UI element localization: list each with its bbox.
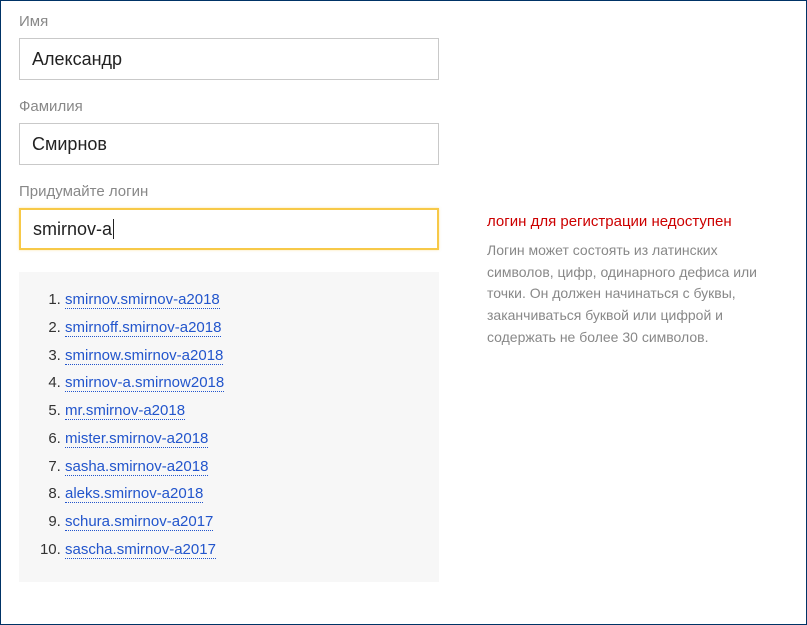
list-item: smirnov.smirnov-a2018 xyxy=(65,286,421,314)
list-item: smirnov-a.smirnow2018 xyxy=(65,369,421,397)
text-cursor xyxy=(113,219,114,239)
first-name-value: Александр xyxy=(32,49,122,70)
login-label: Придумайте логин xyxy=(19,183,459,200)
login-suggestions-list: smirnov.smirnov-a2018 smirnoff.smirnov-a… xyxy=(47,286,421,564)
login-error-message: логин для регистрации недоступен xyxy=(487,213,788,230)
login-value: smirnov-a xyxy=(33,219,112,240)
login-section: Придумайте логин smirnov-a smirnov.smirn… xyxy=(19,183,788,582)
last-name-value: Смирнов xyxy=(32,134,107,155)
login-suggestion-link[interactable]: sasha.smirnov-a2018 xyxy=(65,458,208,476)
first-name-label: Имя xyxy=(19,13,788,30)
registration-form: Имя Александр Фамилия Смирнов Придумайте… xyxy=(0,0,807,625)
list-item: aleks.smirnov-a2018 xyxy=(65,480,421,508)
login-suggestion-link[interactable]: sascha.smirnov-a2017 xyxy=(65,541,216,559)
first-name-input[interactable]: Александр xyxy=(19,38,439,80)
login-suggestion-link[interactable]: smirnow.smirnov-a2018 xyxy=(65,347,223,365)
list-item: mister.smirnov-a2018 xyxy=(65,425,421,453)
login-hint-message: Логин может состоять из латинских символ… xyxy=(487,240,788,348)
last-name-input[interactable]: Смирнов xyxy=(19,123,439,165)
login-suggestions-box: smirnov.smirnov-a2018 smirnoff.smirnov-a… xyxy=(19,272,439,582)
login-suggestion-link[interactable]: smirnov.smirnov-a2018 xyxy=(65,291,220,309)
list-item: smirnow.smirnov-a2018 xyxy=(65,342,421,370)
list-item: sasha.smirnov-a2018 xyxy=(65,453,421,481)
list-item: mr.smirnov-a2018 xyxy=(65,397,421,425)
last-name-row: Фамилия Смирнов xyxy=(19,98,788,165)
last-name-label: Фамилия xyxy=(19,98,788,115)
login-right-column: логин для регистрации недоступен Логин м… xyxy=(487,183,788,348)
list-item: smirnoff.smirnov-a2018 xyxy=(65,314,421,342)
login-left-column: Придумайте логин smirnov-a smirnov.smirn… xyxy=(19,183,459,582)
login-input[interactable]: smirnov-a xyxy=(19,208,439,250)
list-item: sascha.smirnov-a2017 xyxy=(65,536,421,564)
login-suggestion-link[interactable]: mr.smirnov-a2018 xyxy=(65,402,185,420)
login-suggestion-link[interactable]: mister.smirnov-a2018 xyxy=(65,430,208,448)
login-suggestion-link[interactable]: smirnov-a.smirnow2018 xyxy=(65,374,224,392)
login-suggestion-link[interactable]: smirnoff.smirnov-a2018 xyxy=(65,319,221,337)
login-suggestion-link[interactable]: aleks.smirnov-a2018 xyxy=(65,485,203,503)
first-name-row: Имя Александр xyxy=(19,13,788,80)
list-item: schura.smirnov-a2017 xyxy=(65,508,421,536)
login-suggestion-link[interactable]: schura.smirnov-a2017 xyxy=(65,513,213,531)
